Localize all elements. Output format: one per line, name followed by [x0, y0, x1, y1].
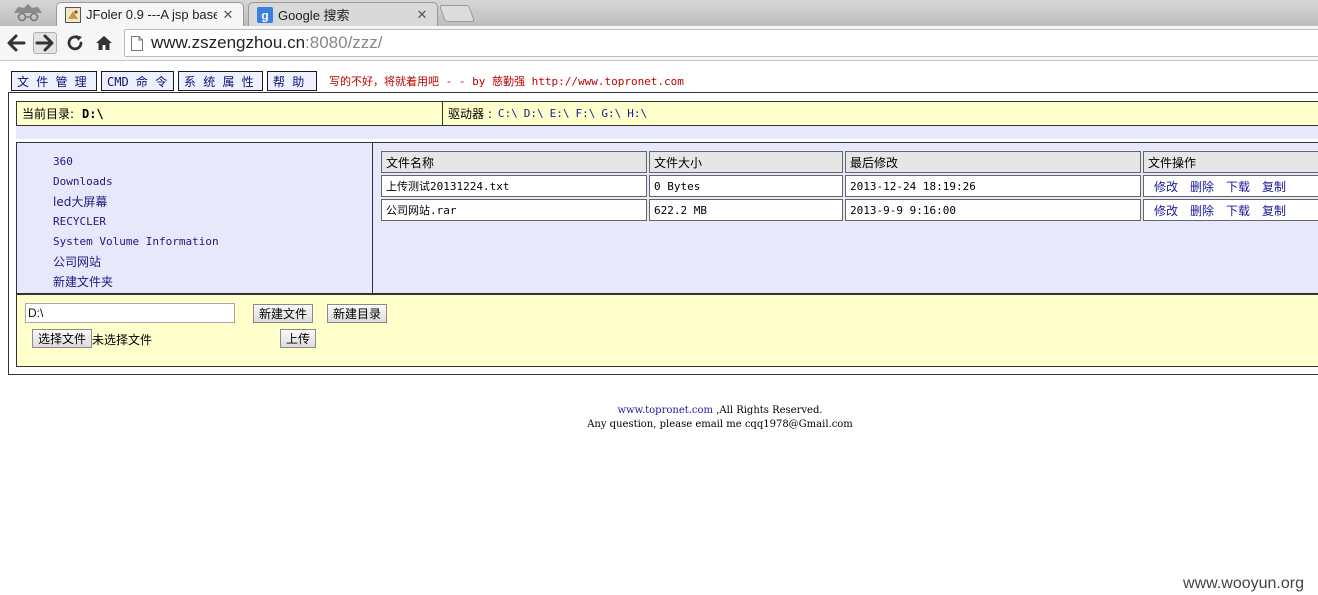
action-bar: 新建文件 新建目录 选择文件 未选择文件 上传 [16, 294, 1318, 367]
reload-icon [67, 35, 83, 51]
home-icon [96, 36, 112, 50]
footer-line-1: www.topronet.com ,All Rights Reserved. [0, 404, 1318, 418]
file-operations: 修改 删除 下载 复制 [1143, 175, 1318, 197]
current-directory-value: D:\ [82, 106, 104, 121]
watermark: www.wooyun.org [1183, 575, 1304, 592]
folder-tree: 360 Downloads led大屏幕 RECYCLER System Vol… [17, 143, 373, 293]
new-directory-button[interactable]: 新建目录 [327, 304, 388, 323]
download-link[interactable]: 下载 [1226, 180, 1250, 194]
drives-label: 驱动器 : [448, 107, 492, 121]
url-path: :8080/zzz/ [305, 33, 383, 52]
drive-link-f[interactable]: F:\ [575, 107, 595, 120]
google-favicon-icon: g [257, 6, 273, 23]
menu-file-manager[interactable]: 文 件 管 理 [11, 71, 97, 91]
file-size: 0 Bytes [649, 175, 843, 197]
footer-site-link[interactable]: www.topronet.com [617, 405, 713, 416]
column-header-name: 文件名称 [381, 151, 647, 173]
forward-button[interactable] [33, 32, 57, 54]
file-name: 公司网站.rar [381, 199, 647, 221]
column-header-size: 文件大小 [649, 151, 843, 173]
jfoler-favicon-icon [65, 6, 81, 23]
download-link[interactable]: 下载 [1226, 204, 1250, 218]
footer-rights: ,All Rights Reserved. [713, 405, 823, 416]
folder-link[interactable]: led大屏幕 [17, 191, 372, 211]
footer: www.topronet.com ,All Rights Reserved. A… [0, 404, 1318, 432]
browse-area: 360 Downloads led大屏幕 RECYCLER System Vol… [16, 142, 1318, 294]
table-row: 公司网站.rar 622.2 MB 2013-9-9 9:16:00 修改 删除下… [381, 199, 1318, 221]
no-file-selected-text: 未选择文件 [92, 333, 153, 347]
drive-link-e[interactable]: E:\ [550, 107, 570, 120]
path-input[interactable] [25, 303, 235, 323]
drive-link-c[interactable]: C:\ [498, 107, 518, 120]
page-content: 文 件 管 理 CMD 命 令 系 统 属 性 帮 助 写的不好，将就着用吧 -… [0, 62, 1318, 595]
column-header-operations: 文件操作 [1143, 151, 1318, 173]
upload-button[interactable]: 上传 [280, 329, 317, 348]
menu-cmd[interactable]: CMD 命 令 [101, 71, 174, 91]
delete-link[interactable]: 删除 [1190, 204, 1214, 218]
choose-file-button[interactable]: 选择文件 [32, 329, 93, 348]
menu-system-properties[interactable]: 系 统 属 性 [178, 71, 263, 91]
tab-title: Google 搜索 [278, 8, 350, 23]
current-directory-label: 当前目录: [22, 107, 75, 121]
footer-line-2: Any question, please email me cqq1978@Gm… [587, 419, 853, 430]
current-directory: 当前目录: D:\ [17, 102, 443, 125]
new-file-button[interactable]: 新建文件 [253, 304, 314, 323]
file-operations: 修改 删除 下载 复制 [1143, 199, 1318, 221]
copy-link[interactable]: 复制 [1262, 180, 1286, 194]
table-row: 上传测试20131224.txt 0 Bytes 2013-12-24 18:1… [381, 175, 1318, 197]
folder-link[interactable]: System Volume Information [17, 231, 372, 251]
delete-link[interactable]: 删除 [1190, 180, 1214, 194]
file-table: 文件名称 文件大小 最后修改 文件操作 上传测试20131224.txt 0 B… [379, 149, 1318, 223]
incognito-icon [14, 4, 42, 22]
edit-link[interactable]: 修改 [1154, 180, 1178, 194]
drive-link-d[interactable]: D:\ [524, 107, 544, 120]
column-header-modified: 最后修改 [845, 151, 1141, 173]
tab-jfoler[interactable]: JFoler 0.9 ---A jsp base ✕ [56, 2, 244, 26]
forward-arrow-icon [35, 34, 54, 52]
drive-link-g[interactable]: G:\ [601, 107, 621, 120]
new-tab-button[interactable] [438, 5, 476, 22]
back-button[interactable] [4, 32, 28, 54]
back-arrow-icon [7, 34, 26, 52]
author-tagline: 写的不好，将就着用吧 - - by 慈勤强 http://www.toprone… [329, 75, 684, 88]
file-manager-frame: 当前目录: D:\ 驱动器 : C:\ D:\ E:\ F:\ G:\ H:\ … [8, 92, 1318, 375]
spacer-band [16, 126, 1318, 139]
home-button[interactable] [92, 32, 116, 54]
drives: 驱动器 : C:\ D:\ E:\ F:\ G:\ H:\ [443, 102, 647, 125]
svg-text:g: g [261, 8, 268, 22]
folder-link[interactable]: 公司网站 [17, 251, 372, 271]
address-bar[interactable]: www.zszengzhou.cn:8080/zzz/ [124, 29, 1318, 57]
page-icon [131, 35, 143, 51]
file-modified: 2013-9-9 9:16:00 [845, 199, 1141, 221]
folder-link[interactable]: RECYCLER [17, 211, 372, 231]
directory-bar: 当前目录: D:\ 驱动器 : C:\ D:\ E:\ F:\ G:\ H:\ [16, 101, 1318, 126]
main-menu: 文 件 管 理 CMD 命 令 系 统 属 性 帮 助 写的不好，将就着用吧 -… [11, 71, 684, 91]
close-tab-icon[interactable]: ✕ [221, 7, 235, 23]
close-tab-icon[interactable]: ✕ [415, 7, 429, 23]
file-name: 上传测试20131224.txt [381, 175, 647, 197]
folder-link[interactable]: Downloads [17, 171, 372, 191]
reload-button[interactable] [63, 32, 87, 54]
browser-toolbar: www.zszengzhou.cn:8080/zzz/ [0, 26, 1318, 61]
drive-link-h[interactable]: H:\ [627, 107, 647, 120]
tab-google-search[interactable]: g Google 搜索 ✕ [248, 2, 438, 26]
folder-link[interactable]: 360 [17, 151, 372, 171]
menu-help[interactable]: 帮 助 [267, 71, 317, 91]
tab-title: JFoler 0.9 ---A jsp base [86, 7, 217, 22]
folder-link[interactable]: 新建文件夹 [17, 271, 372, 291]
copy-link[interactable]: 复制 [1262, 204, 1286, 218]
table-header-row: 文件名称 文件大小 最后修改 文件操作 [381, 151, 1318, 173]
url-host: www.zszengzhou.cn [151, 33, 306, 52]
edit-link[interactable]: 修改 [1154, 204, 1178, 218]
file-modified: 2013-12-24 18:19:26 [845, 175, 1141, 197]
file-size: 622.2 MB [649, 199, 843, 221]
tab-strip: JFoler 0.9 ---A jsp base ✕ g Google 搜索 ✕ [0, 0, 1318, 26]
file-list: 文件名称 文件大小 最后修改 文件操作 上传测试20131224.txt 0 B… [373, 143, 1318, 293]
